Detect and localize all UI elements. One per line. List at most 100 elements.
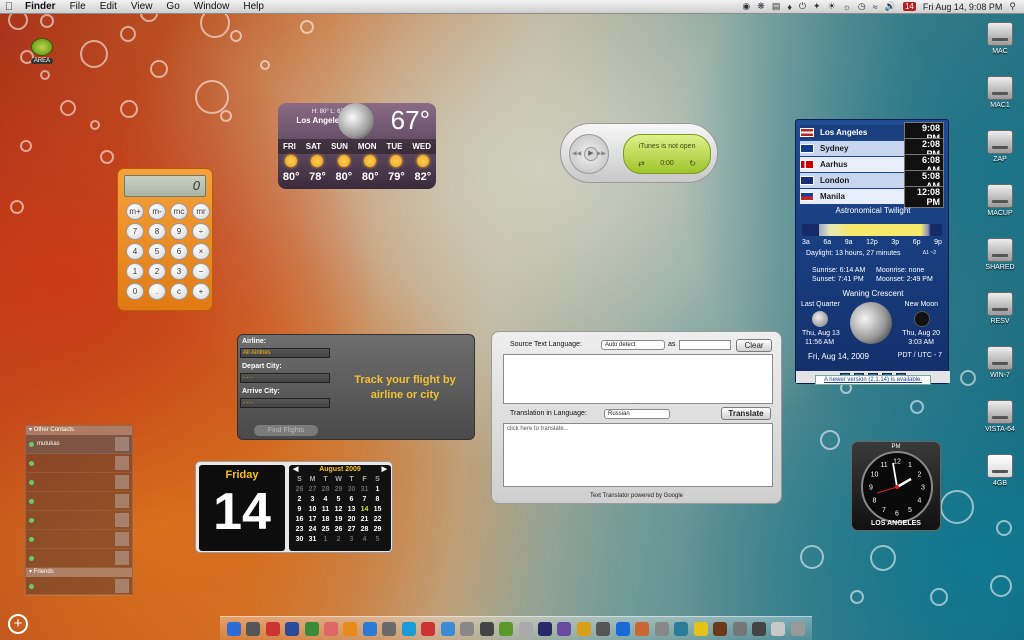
calc-key-mplus[interactable]: m+	[126, 203, 144, 220]
dock-app-icon[interactable]	[654, 621, 669, 636]
wifi-icon[interactable]: ≈	[873, 2, 878, 12]
calendar-day[interactable]: 2	[293, 495, 306, 504]
apple-menu-icon[interactable]: 	[0, 1, 18, 13]
menu-file[interactable]: File	[63, 1, 93, 12]
dock-app-icon[interactable]	[771, 621, 786, 636]
bluetooth-icon[interactable]: ♦	[787, 2, 792, 12]
date-badge[interactable]: 14	[902, 2, 916, 11]
contact-row[interactable]: mutukas	[26, 435, 132, 454]
calendar-day[interactable]: 16	[293, 515, 306, 524]
calendar-day[interactable]: 8	[371, 495, 384, 504]
menu-finder[interactable]: Finder	[18, 1, 63, 12]
calc-key-decimal[interactable]: .	[148, 283, 166, 300]
calc-key-8[interactable]: 8	[148, 223, 166, 240]
dock-app-icon[interactable]	[421, 621, 436, 636]
calendar-day[interactable]: 10	[306, 505, 319, 514]
calendar-day[interactable]: 4	[358, 535, 371, 544]
previous-icon[interactable]: ◀◀	[572, 150, 581, 157]
calendar-day[interactable]: 30	[293, 535, 306, 544]
drive-win-7[interactable]: WIN-7	[978, 346, 1022, 379]
contact-row[interactable]	[26, 530, 132, 549]
calc-key-2[interactable]: 2	[148, 263, 166, 280]
result-text-area[interactable]: click here to translate...	[503, 423, 773, 487]
contact-row[interactable]	[26, 454, 132, 473]
calendar-day[interactable]: 31	[358, 485, 371, 494]
dock-app-icon[interactable]	[674, 621, 689, 636]
flight-tracker-widget[interactable]: Airline: All Airlines Depart City: - - -…	[237, 334, 475, 440]
calendar-day[interactable]: 26	[332, 525, 345, 534]
target-language-select[interactable]: Russian	[604, 409, 670, 419]
calc-key-multiply[interactable]: ×	[192, 243, 210, 260]
drive-4gb[interactable]: 4GB	[978, 454, 1022, 487]
calendar-day[interactable]: 2	[332, 535, 345, 544]
sync-icon[interactable]: ❋	[757, 1, 765, 12]
dock-app-icon[interactable]	[246, 621, 261, 636]
contact-row[interactable]	[26, 511, 132, 530]
dock-app-icon[interactable]	[790, 621, 805, 636]
calc-key-6[interactable]: 6	[170, 243, 188, 260]
display-icon[interactable]: ▤	[772, 1, 781, 12]
dock-app-icon[interactable]	[635, 621, 650, 636]
calendar-day[interactable]: 25	[319, 525, 332, 534]
new-version-link[interactable]: A newer version (2.1.14) is available.	[815, 375, 931, 385]
translate-button[interactable]: Translate	[721, 407, 771, 420]
translator-widget[interactable]: Source Text Language: Auto detect as Cle…	[491, 331, 782, 504]
volume-icon[interactable]: 🔊	[885, 1, 896, 12]
timemachine-icon[interactable]: ◷	[858, 1, 866, 12]
calc-key-clear[interactable]: c	[170, 283, 188, 300]
calc-key-4[interactable]: 4	[126, 243, 144, 260]
next-icon[interactable]: ▶▶	[597, 150, 606, 157]
repeat-icon[interactable]: ↻	[689, 159, 696, 168]
weather-widget[interactable]: H: 80° L: 62° Los Angeles 67° FRI SAT SU…	[278, 103, 436, 189]
calendar-day[interactable]: 29	[371, 525, 384, 534]
menu-help[interactable]: Help	[236, 1, 271, 12]
dock-app-icon[interactable]	[751, 621, 766, 636]
dock-app-icon[interactable]	[499, 621, 514, 636]
area-desktop-icon[interactable]: AREA	[28, 38, 56, 64]
calendar-day[interactable]: 3	[345, 535, 358, 544]
drive-zap[interactable]: ZAP	[978, 130, 1022, 163]
calc-key-divide[interactable]: ÷	[192, 223, 210, 240]
calc-key-plus[interactable]: +	[192, 283, 210, 300]
calendar-day[interactable]: 1	[319, 535, 332, 544]
dock-app-icon[interactable]	[226, 621, 241, 636]
drive-macup[interactable]: MACUP	[978, 184, 1022, 217]
dock-app-icon[interactable]	[382, 621, 397, 636]
dock-app-icon[interactable]	[304, 621, 319, 636]
calendar-today[interactable]: 14	[358, 505, 371, 514]
city-row[interactable]: Manila 12:08 PM	[800, 185, 944, 208]
dock-app-icon[interactable]	[713, 621, 728, 636]
calendar-day[interactable]: 5	[332, 495, 345, 504]
calc-key-mc[interactable]: mc	[170, 203, 188, 220]
arrive-select[interactable]: - - -	[240, 398, 330, 408]
calculator-widget[interactable]: 0 m+ m- mc mr 7 8 9 ÷ 4 5 6 × 1 2 3 − 0 …	[117, 168, 213, 311]
menu-go[interactable]: Go	[159, 1, 186, 12]
calendar-day[interactable]: 4	[319, 495, 332, 504]
power-icon[interactable]: ⏻	[799, 1, 806, 12]
dock-app-icon[interactable]	[265, 621, 280, 636]
calendar-day[interactable]: 7	[358, 495, 371, 504]
drive-vista-64[interactable]: VISTA-64	[978, 400, 1022, 433]
calendar-day[interactable]: 20	[345, 515, 358, 524]
other-contacts-header[interactable]: ▾ Other Contacts	[26, 426, 132, 435]
depart-select[interactable]: - - -	[240, 373, 330, 383]
calendar-day[interactable]: 18	[319, 515, 332, 524]
dock-app-icon[interactable]	[732, 621, 747, 636]
calendar-widget[interactable]: Friday 14 ◀ August 2009 ▶ S M T W T F S 26 27 28 2…	[195, 461, 393, 553]
dock-app-icon[interactable]	[460, 621, 475, 636]
dock-app-icon[interactable]	[537, 621, 552, 636]
calendar-day[interactable]: 27	[345, 525, 358, 534]
calendar-day[interactable]: 30	[345, 485, 358, 494]
dock-app-icon[interactable]	[576, 621, 591, 636]
airline-select[interactable]: All Airlines	[240, 348, 330, 358]
dock-app-icon[interactable]	[362, 621, 377, 636]
calendar-day[interactable]: 28	[358, 525, 371, 534]
world-clock-widget[interactable]: Los Angeles 9:08 PM Sydney 2:08 PM Aarhu…	[795, 119, 950, 384]
menu-window[interactable]: Window	[187, 1, 237, 12]
next-month-icon[interactable]: ▶	[382, 465, 387, 475]
menubar-clock[interactable]: Fri Aug 14, 9:08 PM	[923, 2, 1003, 12]
calendar-day[interactable]: 19	[332, 515, 345, 524]
calc-key-minus[interactable]: −	[192, 263, 210, 280]
calendar-day[interactable]: 15	[371, 505, 384, 514]
as-input[interactable]	[679, 340, 731, 350]
